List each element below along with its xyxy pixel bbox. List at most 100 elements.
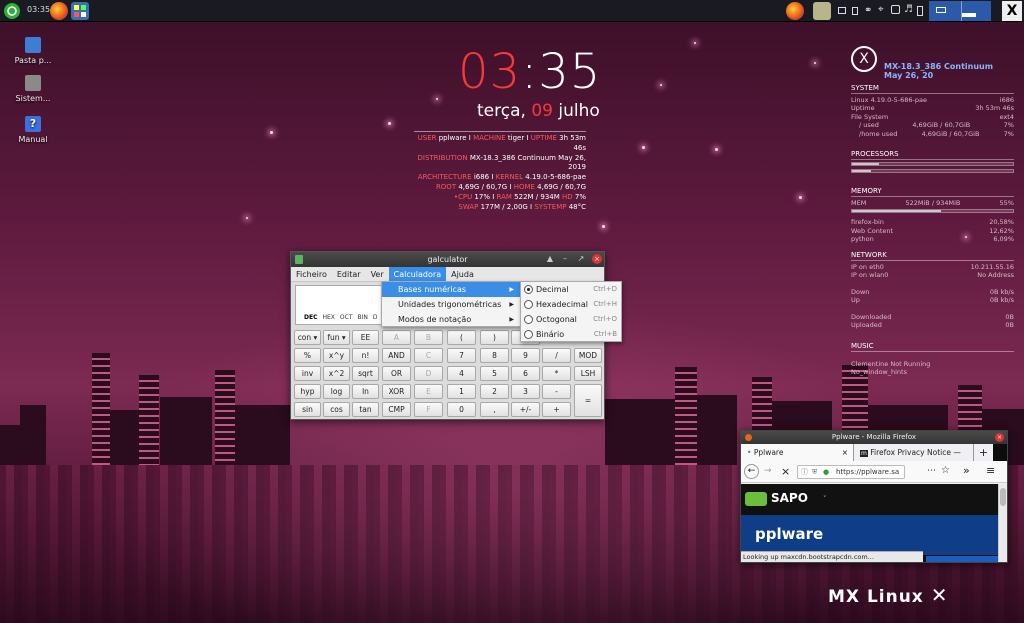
key-fun[interactable]: fun ▾ <box>323 330 350 345</box>
key-[interactable]: , <box>480 402 509 417</box>
key-inv[interactable]: inv <box>294 366 321 381</box>
tab-pplware[interactable]: • Pplware × <box>741 444 853 461</box>
menu-ver[interactable]: Ver <box>366 267 389 281</box>
menu-calculadora[interactable]: Calculadora <box>388 267 447 281</box>
panel-clock[interactable]: 03:35 <box>27 5 50 14</box>
wifi-icon[interactable]: ⌖ <box>878 4 884 15</box>
key-[interactable]: ) <box>480 330 509 345</box>
pin-icon[interactable]: ▲ <box>545 254 555 264</box>
menu-item-octogonal[interactable]: Octogonal Ctrl+O <box>521 312 621 327</box>
key-hyp[interactable]: hyp <box>294 384 321 399</box>
key-[interactable]: * <box>542 366 571 381</box>
key-[interactable]: ( <box>447 330 476 345</box>
key-B[interactable]: B <box>414 330 443 345</box>
desktop-icon-system[interactable]: Sistem... <box>13 75 53 103</box>
menu-item-binario[interactable]: Binário Ctrl+B <box>521 327 621 342</box>
key-4[interactable]: 4 <box>447 366 476 381</box>
scrollbar[interactable] <box>998 484 1007 562</box>
key-A[interactable]: A <box>382 330 411 345</box>
menu-item-unidades[interactable]: Unidades trigonométricas ▶ <box>382 297 520 312</box>
key-XOR[interactable]: XOR <box>382 384 411 399</box>
key-7[interactable]: 7 <box>447 348 476 363</box>
key-D[interactable]: D <box>414 366 443 381</box>
key-E[interactable]: E <box>414 384 443 399</box>
key-sin[interactable]: sin <box>294 402 321 417</box>
page-actions-icon[interactable]: ⋯ <box>927 466 936 476</box>
base-dec[interactable]: DEC <box>304 314 317 321</box>
key-[interactable]: +/- <box>511 402 540 417</box>
key-8[interactable]: 8 <box>480 348 509 363</box>
key-6[interactable]: 6 <box>511 366 540 381</box>
key-equals[interactable]: = <box>574 384 602 417</box>
key-x2[interactable]: x^2 <box>323 366 350 381</box>
chevron-down-icon[interactable]: ˅ <box>823 495 827 503</box>
key-OR[interactable]: OR <box>382 366 411 381</box>
tab-close-icon[interactable]: × <box>842 444 848 461</box>
base-hex[interactable]: HEX <box>322 314 334 321</box>
key-[interactable]: + <box>542 402 571 417</box>
back-button[interactable]: ← <box>744 464 759 479</box>
key-cos[interactable]: cos <box>323 402 350 417</box>
display-icon[interactable] <box>838 7 846 14</box>
battery-icon[interactable] <box>917 6 923 16</box>
key-[interactable]: - <box>542 384 571 399</box>
base-oct[interactable]: OCT <box>340 314 353 321</box>
key-log[interactable]: log <box>323 384 350 399</box>
mx-menu-icon[interactable] <box>4 3 20 19</box>
key-F[interactable]: F <box>414 402 443 417</box>
base-d[interactable]: D <box>373 314 378 321</box>
key-con[interactable]: con ▾ <box>294 330 321 345</box>
minimize-icon[interactable]: – <box>560 254 570 264</box>
key-LSH[interactable]: LSH <box>574 366 602 381</box>
key-3[interactable]: 3 <box>511 384 540 399</box>
menu-editar[interactable]: Editar <box>332 267 366 281</box>
tab-privacy-notice[interactable]: m Firefox Privacy Notice — <box>853 444 973 461</box>
pplware-logo[interactable]: pplware <box>755 525 823 543</box>
desktop-icon-home-folder[interactable]: Pasta p... <box>13 37 53 65</box>
key-n[interactable]: n! <box>352 348 379 363</box>
overflow-chevron-icon[interactable]: » <box>963 464 970 477</box>
bookmark-star-icon[interactable]: ☆ <box>941 465 950 476</box>
workspace-pager[interactable] <box>929 1 991 21</box>
menu-item-decimal[interactable]: Decimal Ctrl+D <box>521 282 621 297</box>
close-icon[interactable]: × <box>592 254 602 264</box>
key-MOD[interactable]: MOD <box>574 348 602 363</box>
menu-item-bases-numericas[interactable]: Bases numéricas ▶ <box>382 282 520 297</box>
firefox-icon[interactable] <box>50 2 68 20</box>
maximize-icon[interactable]: ↗ <box>576 254 586 264</box>
menu-ficheiro[interactable]: Ficheiro <box>291 267 332 281</box>
key-sqrt[interactable]: sqrt <box>352 366 379 381</box>
updates-icon[interactable] <box>891 5 900 14</box>
menu-item-modos[interactable]: Modos de notação ▶ <box>382 312 520 327</box>
key-C[interactable]: C <box>414 348 443 363</box>
key-xy[interactable]: x^y <box>323 348 350 363</box>
key-2[interactable]: 2 <box>480 384 509 399</box>
attach-icon[interactable]: ⚭ <box>864 5 872 16</box>
key-AND[interactable]: AND <box>382 348 411 363</box>
key-tan[interactable]: tan <box>352 402 379 417</box>
menu-ajuda[interactable]: Ajuda <box>446 267 479 281</box>
key-CMP[interactable]: CMP <box>382 402 411 417</box>
key-ln[interactable]: ln <box>352 384 379 399</box>
firefox-tray-icon[interactable] <box>786 2 804 20</box>
file-manager-icon[interactable] <box>71 2 89 20</box>
key-[interactable]: % <box>294 348 321 363</box>
key-0[interactable]: 0 <box>447 402 476 417</box>
key-1[interactable]: 1 <box>447 384 476 399</box>
stop-icon[interactable]: × <box>781 465 790 478</box>
address-bar[interactable]: ⓘ ⛨ ● https://pplware.sa <box>797 465 905 479</box>
key-[interactable]: / <box>542 348 571 363</box>
window-titlebar[interactable]: Pplware - Mozilla Firefox × <box>741 431 1007 444</box>
menu-item-hexadecimal[interactable]: Hexadecimal Ctrl+H <box>521 297 621 312</box>
desktop-icon-manual[interactable]: ? Manual <box>13 116 53 144</box>
volume-icon[interactable]: ♬ <box>904 4 913 15</box>
window-titlebar[interactable]: galculator ▲ – ↗ × <box>291 252 604 267</box>
key-EE[interactable]: EE <box>352 330 379 345</box>
base-bin[interactable]: BIN <box>357 314 367 321</box>
network-icon[interactable] <box>852 7 858 15</box>
hamburger-menu-icon[interactable]: ≡ <box>986 464 995 477</box>
box-icon[interactable] <box>813 2 831 20</box>
key-5[interactable]: 5 <box>480 366 509 381</box>
mx-logo-icon[interactable]: X <box>1002 1 1022 21</box>
close-icon[interactable]: × <box>995 433 1004 442</box>
